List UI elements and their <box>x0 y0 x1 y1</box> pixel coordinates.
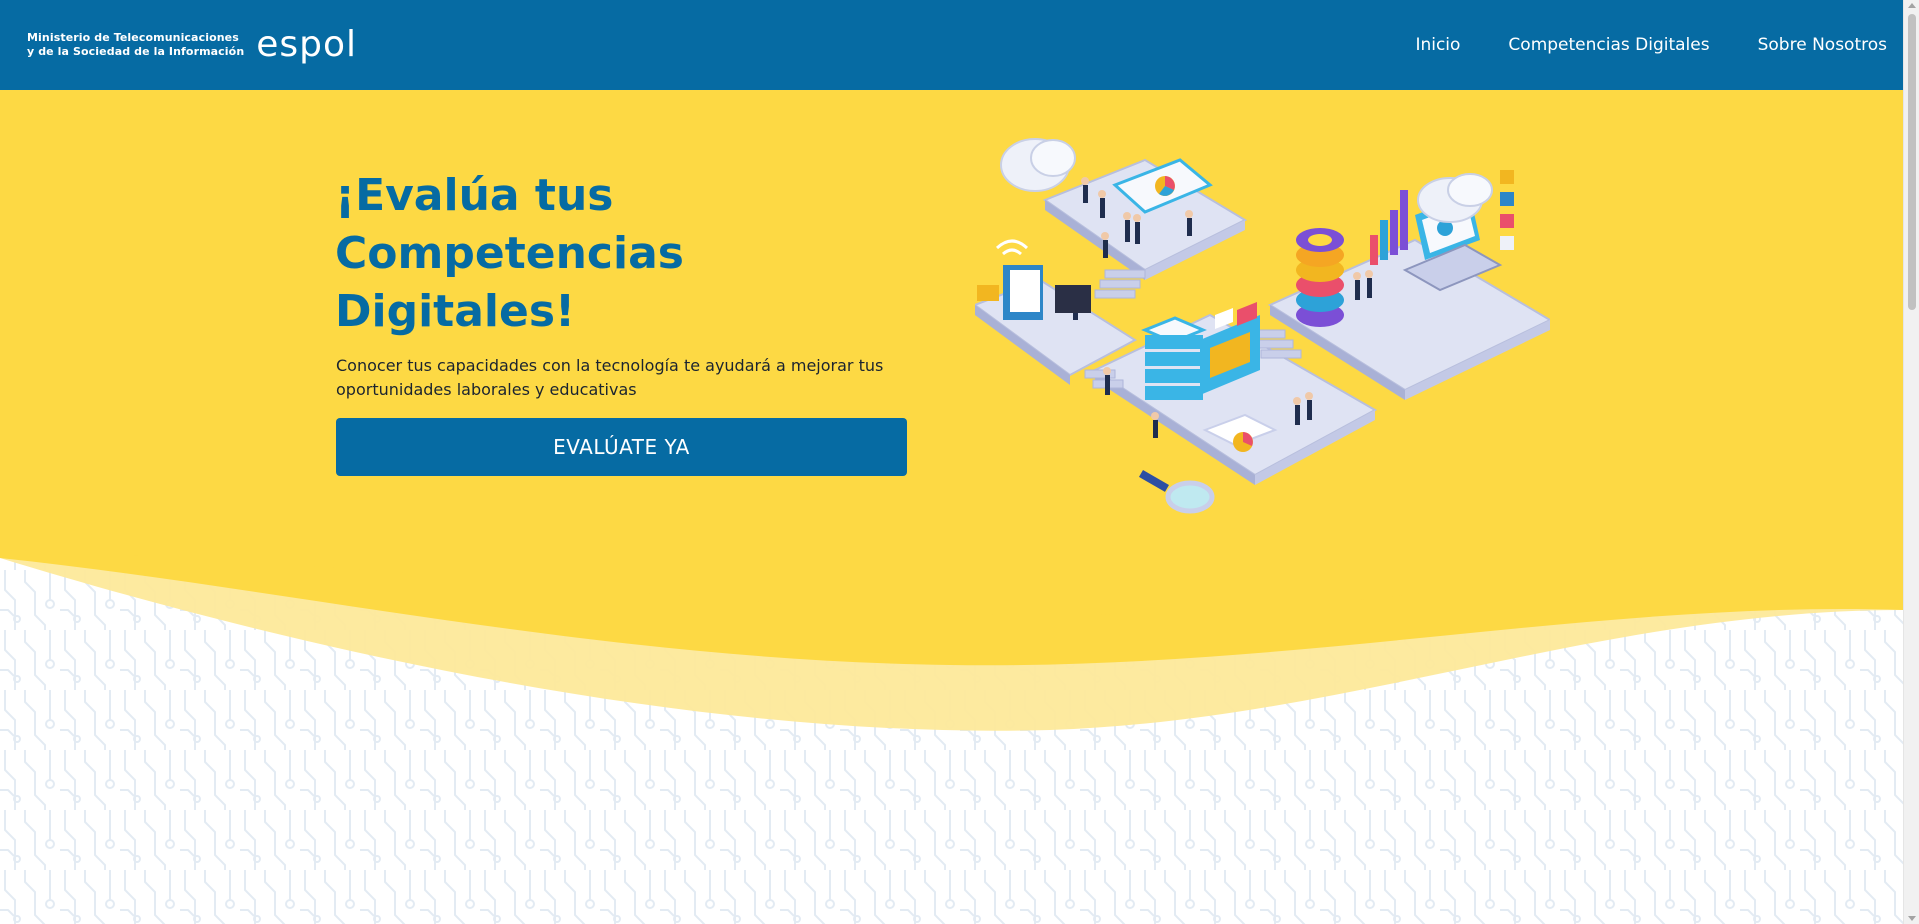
nav-inicio[interactable]: Inicio <box>1415 35 1460 55</box>
wifi-icon <box>995 239 1029 256</box>
hero-title-line-2: Competencias <box>335 228 684 279</box>
ministry-line-1: Ministerio de Telecomunicaciones <box>27 31 239 44</box>
brand-logos[interactable]: Ministerio de Telecomunicaciones y de la… <box>27 24 357 66</box>
cloud-icon <box>1000 138 1076 192</box>
main-nav: Inicio Competencias Digitales Sobre Noso… <box>1415 0 1887 90</box>
page: Ministerio de Telecomunicaciones y de la… <box>0 0 1903 924</box>
espol-logo: espol <box>256 24 358 65</box>
hero-title-line-3: Digitales! <box>335 286 576 337</box>
server-icon <box>1141 316 1207 400</box>
evaluate-now-button[interactable]: EVALÚATE YA <box>336 418 907 476</box>
database-rings-icon <box>1296 228 1344 327</box>
hero-section: ¡Evalúa tus Competencias Digitales! Cono… <box>0 90 1903 924</box>
nav-sobre-nosotros[interactable]: Sobre Nosotros <box>1758 35 1887 55</box>
hero-title: ¡Evalúa tus Competencias Digitales! <box>335 167 775 341</box>
top-header: Ministerio de Telecomunicaciones y de la… <box>0 0 1903 90</box>
scroll-down-arrow-icon[interactable] <box>1908 916 1916 921</box>
cloud-right-icon <box>1417 173 1493 223</box>
ministry-logo: Ministerio de Telecomunicaciones y de la… <box>27 31 244 59</box>
app-tiles-icon <box>1500 170 1514 250</box>
hero-background <box>0 90 1903 924</box>
magnifier-icon <box>1139 470 1215 514</box>
ministry-line-2: y de la Sociedad de la Información <box>27 45 245 58</box>
isometric-digital-skills-illustration <box>975 138 1550 514</box>
vertical-scrollbar[interactable] <box>1903 0 1919 924</box>
scroll-up-arrow-icon[interactable] <box>1908 3 1916 8</box>
hero-description: Conocer tus capacidades con la tecnologí… <box>336 356 884 399</box>
hero-title-line-1: ¡Evalúa tus <box>335 170 614 221</box>
nav-competencias-digitales[interactable]: Competencias Digitales <box>1508 35 1709 55</box>
scrollbar-thumb[interactable] <box>1908 14 1916 310</box>
